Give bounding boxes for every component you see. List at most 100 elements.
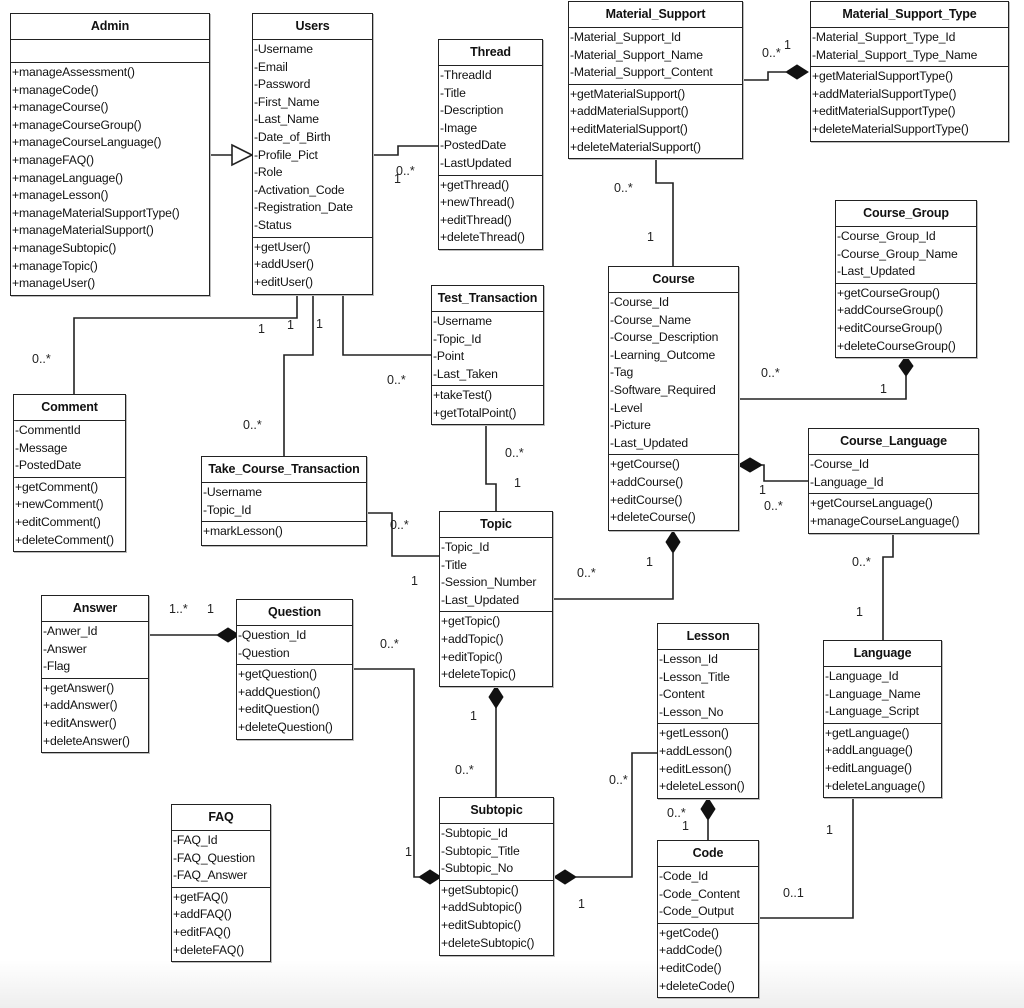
attributes-compartment: -Course_Id -Language_Id (809, 455, 978, 495)
class-faq[interactable]: FAQ -FAQ_Id -FAQ_Question -FAQ_Answer +get… (171, 804, 271, 962)
class-operation: +addLesson() (659, 743, 733, 758)
attributes-compartment: -Material_Support_Id -Material_Support_Na… (569, 28, 742, 85)
operations-compartment: +getCode() +addCode() +editCode() +deleteCo… (658, 924, 758, 997)
class-operation: +addAnswer() (43, 698, 118, 713)
class-name: Users (253, 14, 372, 40)
multiplicity-label: 0..* (614, 181, 633, 195)
class-name: Test_Transaction (432, 286, 543, 312)
class-course-language[interactable]: Course_Language -Course_Id -Language_Id +… (808, 428, 979, 534)
multiplicity-label: 1 (880, 382, 887, 396)
class-operation: +addCourseGroup() (837, 303, 944, 318)
class-course-group[interactable]: Course_Group -Course_Group_Id -Course_Gro… (835, 200, 977, 358)
class-attribute: -LastUpdated (440, 155, 512, 170)
topic-course-line (553, 553, 674, 600)
class-name: FAQ (172, 805, 270, 831)
class-material-support[interactable]: Material_Support -Material_Support_Id -Ma… (568, 1, 743, 159)
multiplicity-label: 1 (316, 317, 323, 331)
operations-compartment: +getComment() +newComment() +editComment()… (14, 478, 125, 551)
class-attribute: -FAQ_Question (173, 850, 256, 865)
class-operation: +getCourseLanguage() (810, 496, 933, 511)
multiplicity-label: 0..* (609, 773, 628, 787)
class-operation: +getAnswer() (43, 680, 115, 695)
attributes-compartment: -Course_Group_Id -Course_Group_Name -Last_… (836, 227, 976, 284)
class-language[interactable]: Language -Language_Id -Language_Name -Lang… (823, 640, 942, 798)
class-operation: +deleteLanguage() (825, 778, 926, 793)
class-attribute: -Course_Group_Name (837, 246, 958, 261)
class-attribute: -Material_Support_Id (570, 30, 681, 44)
class-operation: +manageMaterialSupportType() (12, 205, 180, 220)
multiplicity-label: 0..* (243, 418, 262, 432)
class-admin[interactable]: Admin +manageAssessment() +manageCode() +m… (10, 13, 210, 296)
class-attribute: -Code_Id (659, 869, 708, 883)
operations-compartment: +manageAssessment() +manageCode() +manageC… (11, 63, 209, 295)
class-operation: +editLanguage() (825, 760, 912, 775)
class-code[interactable]: Code -Code_Id -Code_Content -Code_Output +… (657, 840, 759, 998)
class-take-course-transaction[interactable]: Take_Course_Transaction -Username -Topic_… (201, 456, 367, 546)
class-topic[interactable]: Topic -Topic_Id -Title -Session_Number -Las… (439, 511, 553, 687)
class-attribute: -Question_Id (238, 628, 306, 642)
class-comment[interactable]: Comment -CommentId -Message -PostedDate +g… (13, 394, 126, 552)
multiplicity-label: 1 (514, 476, 521, 490)
composition-diamond-icon (737, 457, 763, 473)
class-operation: +editTopic() (441, 649, 503, 664)
class-operation: +deleteThread() (440, 230, 525, 245)
class-operation: +newComment() (15, 497, 104, 512)
class-operation: +deleteQuestion() (238, 719, 333, 734)
class-operation: +getMaterialSupportType() (812, 69, 953, 84)
class-name: Language (824, 641, 941, 667)
class-attribute: -Subtopic_Id (441, 826, 508, 840)
class-name: Topic (440, 512, 552, 538)
class-operation: +addLanguage() (825, 743, 913, 758)
operations-compartment: +markLesson() (202, 522, 366, 543)
class-material-support-type[interactable]: Material_Support_Type -Material_Support_… (810, 1, 1009, 142)
class-operation: +editQuestion() (238, 702, 320, 717)
class-operation: +editMaterialSupport() (570, 121, 688, 136)
class-users[interactable]: Users -Username -Email -Password -First_Nam… (252, 13, 373, 295)
class-operation: +getCourseGroup() (837, 285, 940, 300)
attributes-compartment: -Topic_Id -Title -Session_Number -Last_Upda… (440, 538, 552, 613)
operations-compartment: +getLanguage() +addLanguage() +editLanguag… (824, 724, 941, 797)
class-attribute: -Answer (43, 641, 87, 656)
class-attribute: -Activation_Code (254, 182, 345, 197)
class-name: Comment (14, 395, 125, 421)
class-attribute: -Language_Name (825, 686, 921, 701)
multiplicity-label: 1 (826, 823, 833, 837)
class-attribute: -Last_Name (254, 112, 319, 127)
class-course[interactable]: Course -Course_Id -Course_Name -Course_Des… (608, 266, 739, 531)
class-operation: +deleteFAQ() (173, 942, 245, 957)
class-operation: +editSubtopic() (441, 917, 522, 932)
class-attribute: -ThreadId (440, 68, 492, 82)
multiplicity-label: 0..* (764, 499, 783, 513)
class-attribute: -Tag (610, 365, 634, 380)
class-attribute: -Topic_Id (433, 331, 482, 346)
ms-course-line (655, 158, 674, 266)
class-test-transaction[interactable]: Test_Transaction -Username -Topic_Id -Poin… (431, 285, 544, 425)
operations-compartment: +getCourseLanguage() +manageCourseLanguag… (809, 494, 978, 532)
composition-diamond-icon (665, 530, 681, 554)
class-operation: +deleteSubtopic() (441, 935, 535, 950)
course-language-line (762, 464, 808, 482)
class-answer[interactable]: Answer -Anwer_Id -Answer -Flag +getAnswer(… (41, 595, 149, 753)
class-name: Answer (42, 596, 148, 622)
composition-diamond-icon (418, 869, 442, 885)
class-attribute: -Registration_Date (254, 200, 353, 215)
class-attribute: -CommentId (15, 423, 81, 437)
operations-compartment: +getCourse() +addCourse() +editCourse() +de… (609, 455, 738, 528)
operations-compartment: +getTopic() +addTopic() +editTopic() +delet… (440, 612, 552, 685)
class-attribute: -Last_Updated (610, 435, 689, 450)
class-name: Course (609, 267, 738, 293)
class-attribute: -Title (440, 85, 466, 100)
class-subtopic[interactable]: Subtopic -Subtopic_Id -Subtopic_Title -Sub… (439, 797, 554, 956)
class-attribute: -Software_Required (610, 382, 716, 397)
class-attribute: -Subtopic_No (441, 861, 514, 876)
composition-diamond-icon (898, 355, 914, 377)
class-operation: +getMaterialSupport() (570, 86, 686, 101)
class-operation: +deleteAnswer() (43, 733, 130, 748)
class-thread[interactable]: Thread -ThreadId -Title -Description -Image… (438, 39, 543, 250)
class-operation: +addQuestion() (238, 684, 321, 699)
multiplicity-label: 1 (578, 897, 585, 911)
class-lesson[interactable]: Lesson -Lesson_Id -Lesson_Title -Content -L… (657, 623, 759, 799)
class-question[interactable]: Question -Question_Id -Question +getQuest… (236, 599, 353, 740)
generalization-triangle-icon (231, 143, 254, 167)
class-operation: +manageCourseLanguage() (12, 135, 162, 150)
